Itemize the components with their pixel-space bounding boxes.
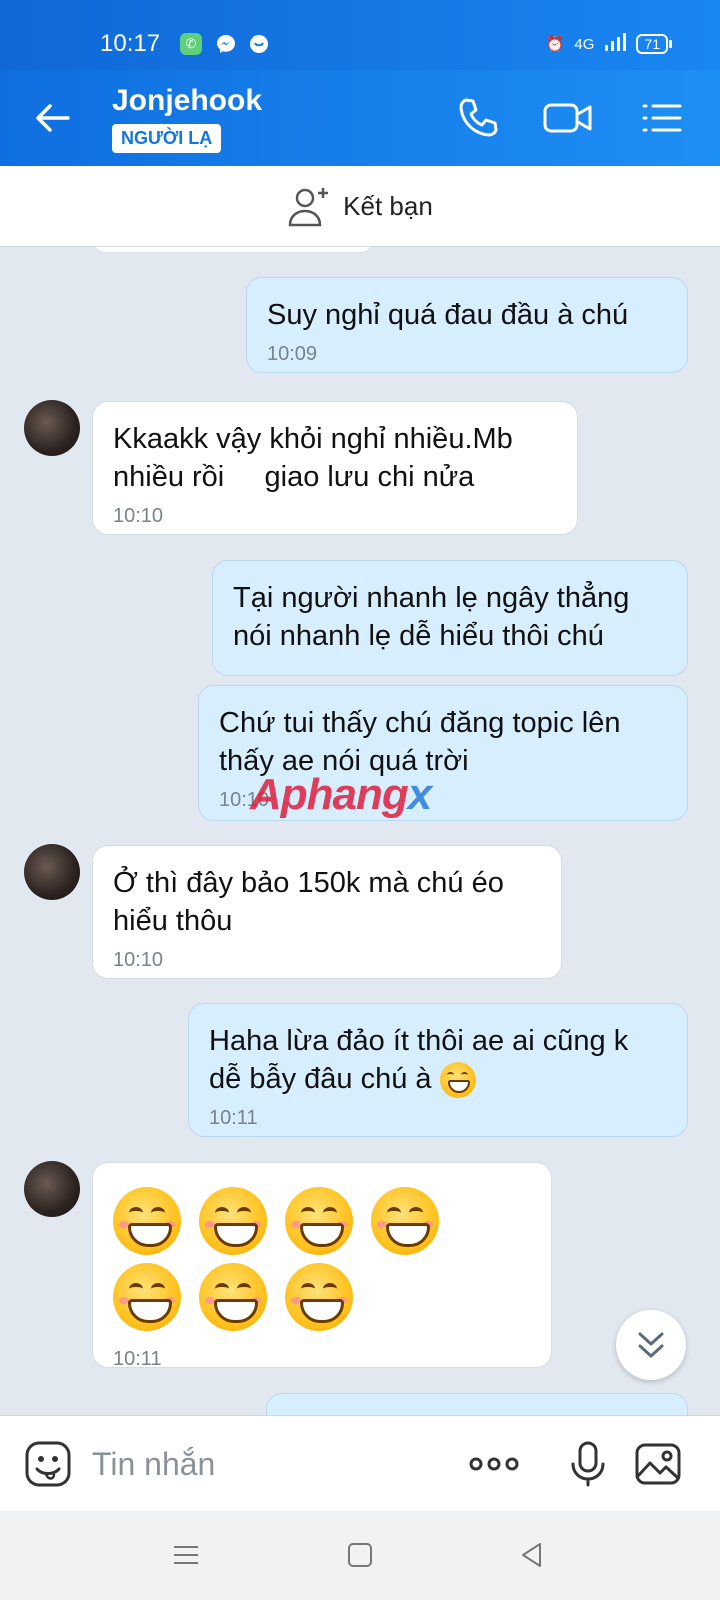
more-options-icon[interactable]: [468, 1440, 520, 1488]
microphone-icon[interactable]: [564, 1440, 612, 1488]
emoji-row: [113, 1187, 533, 1339]
grinning-face-icon: [371, 1187, 440, 1255]
status-bar: 10:17 ✆ ⏰ 4G 71: [0, 0, 720, 70]
message-time: 10:09: [267, 343, 318, 365]
contact-name[interactable]: Jonjehook: [112, 84, 262, 118]
status-right: ⏰ 4G 71: [545, 32, 672, 56]
message-list[interactable]: Suy nghỉ quá đau đầu à chú 10:09 Kkaakk …: [0, 247, 720, 1415]
contact-avatar[interactable]: [24, 400, 80, 456]
chat-header: Jonjehook NGƯỜI LẠ: [0, 70, 720, 166]
message-text: Kkaakk vậy khỏi nghỉ nhiều.Mb nhiều rồi …: [113, 423, 521, 493]
message-text: Haha lừa đảo ít thôi ae ai cũng k dễ bẫy…: [209, 1022, 667, 1099]
contact-avatar[interactable]: [24, 844, 80, 900]
message-time: 10:10: [113, 949, 164, 971]
back-nav-icon[interactable]: [518, 1541, 546, 1569]
message-bubble-outgoing[interactable]: Haha lừa đảo ít thôi ae ai cũng k dễ bẫy…: [188, 1003, 688, 1137]
message-bubble-incoming[interactable]: Kkaakk vậy khỏi nghỉ nhiều.Mb nhiều rồi …: [92, 401, 578, 535]
contact-avatar[interactable]: [24, 1161, 80, 1217]
watermark-logo: Aphangx: [250, 770, 432, 819]
message-text: Chứ tui thấy chú đăng topic lên thấy ae …: [219, 707, 621, 777]
menu-list-icon[interactable]: [638, 94, 686, 142]
battery-level: 71: [636, 34, 672, 54]
message-time: 10:11: [209, 1107, 258, 1130]
back-arrow-icon[interactable]: [32, 98, 72, 138]
stranger-badge: NGƯỜI LẠ: [112, 124, 222, 153]
add-friend-icon: [288, 188, 329, 227]
network-type: 4G: [574, 35, 595, 53]
image-gallery-icon[interactable]: [634, 1440, 682, 1488]
message-text: Suy nghỉ quá đau đầu à chú: [267, 299, 629, 331]
add-friend-bar[interactable]: Kết bạn: [0, 166, 720, 247]
home-icon[interactable]: [346, 1541, 374, 1569]
grinning-face-icon: [113, 1187, 181, 1255]
recent-apps-icon[interactable]: [172, 1541, 200, 1569]
messenger-icon: [215, 33, 237, 55]
phone-call-icon[interactable]: [454, 94, 502, 142]
message-input-bar: Tin nhắn: [0, 1415, 720, 1512]
message-text: Tại người nhanh lẹ ngây thẳng nói nhanh …: [233, 582, 630, 652]
notification-app-icon: [248, 33, 270, 55]
grinning-face-icon: [439, 1062, 476, 1099]
message-text: Ở thì đây bảo 150k mà chú éo hiểu thôu: [113, 867, 504, 937]
add-friend-label: Kết bạn: [343, 190, 433, 221]
phone-app-icon: ✆: [180, 33, 202, 55]
sticker-icon[interactable]: [24, 1440, 72, 1488]
video-call-icon[interactable]: [542, 94, 594, 142]
message-bubble-partial: [92, 247, 374, 253]
message-bubble-incoming[interactable]: Ở thì đây bảo 150k mà chú éo hiểu thôu 1…: [92, 845, 562, 979]
status-time: 10:17: [100, 30, 161, 57]
grinning-face-icon: [285, 1263, 354, 1331]
message-bubble-outgoing[interactable]: Tại người nhanh lẹ ngây thẳng nói nhanh …: [212, 560, 688, 676]
message-bubble-outgoing[interactable]: Suy nghỉ quá đau đầu à chú 10:09: [246, 277, 688, 373]
grinning-face-icon: [113, 1263, 181, 1331]
message-input[interactable]: Tin nhắn: [92, 1446, 215, 1483]
double-chevron-down-icon: [638, 1332, 664, 1358]
alarm-icon: ⏰: [545, 36, 565, 53]
message-time: 10:10: [113, 505, 164, 527]
grinning-face-icon: [199, 1263, 268, 1331]
grinning-face-icon: [199, 1187, 268, 1255]
grinning-face-icon: [285, 1187, 354, 1255]
message-time: 10:11: [113, 1348, 162, 1370]
system-nav-bar: [0, 1511, 720, 1600]
scroll-to-bottom-button[interactable]: [616, 1310, 686, 1380]
signal-icon: [604, 32, 627, 56]
message-bubble-incoming[interactable]: 10:11: [92, 1162, 552, 1370]
message-bubble-outgoing-partial[interactable]: [266, 1393, 688, 1415]
